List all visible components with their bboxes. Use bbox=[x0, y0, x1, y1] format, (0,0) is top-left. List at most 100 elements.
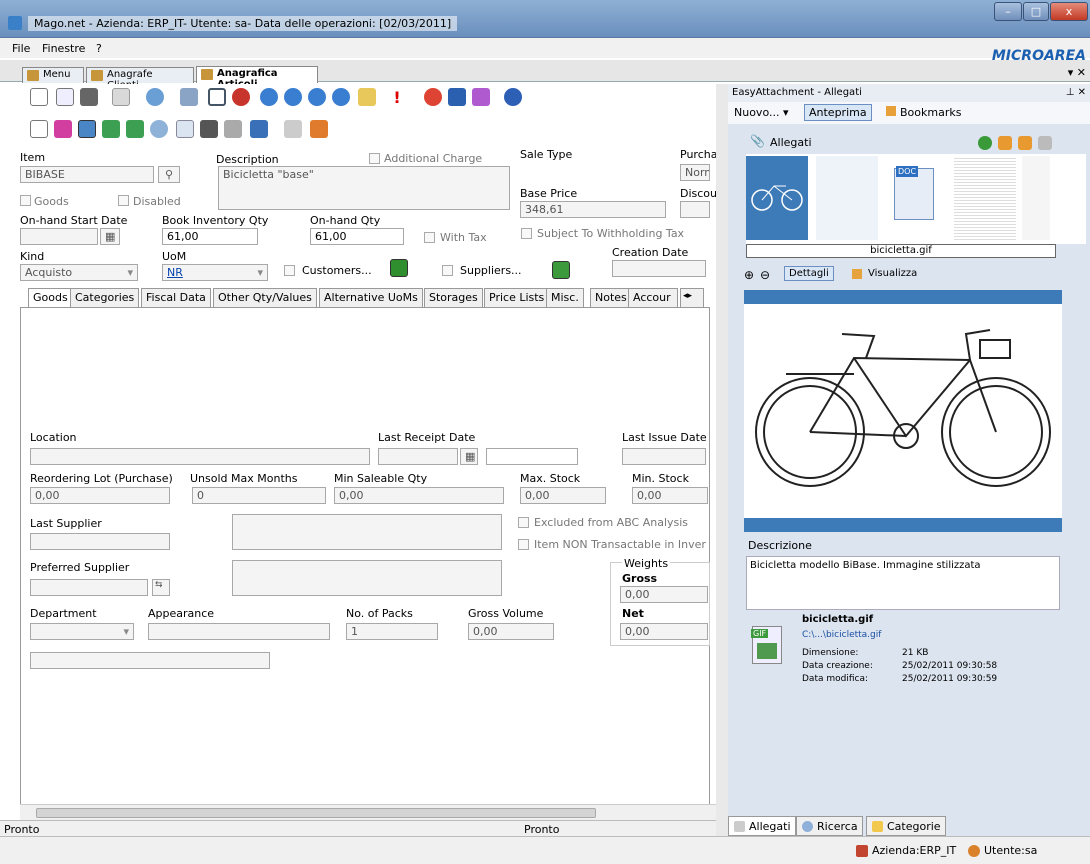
globe-icon[interactable] bbox=[146, 88, 164, 106]
department-select[interactable]: ▾ bbox=[30, 623, 134, 640]
undo-icon[interactable] bbox=[448, 88, 466, 106]
tab-close-controls[interactable]: ▾ ✕ bbox=[1068, 66, 1086, 79]
customers-button[interactable] bbox=[390, 259, 408, 277]
calendar-icon[interactable]: ▦ bbox=[100, 228, 120, 245]
book-inventory-field[interactable]: 61,00 bbox=[162, 228, 258, 245]
copy-icon[interactable] bbox=[30, 120, 48, 138]
gross-volume-field[interactable]: 0,00 bbox=[468, 623, 554, 640]
last-supplier-name-field[interactable] bbox=[232, 514, 502, 550]
prev-attachment-icon[interactable] bbox=[998, 136, 1012, 150]
description-field[interactable]: Bicicletta "base" bbox=[218, 166, 510, 210]
non-transactable-checkbox[interactable] bbox=[518, 539, 529, 550]
min-saleable-field[interactable]: 0,00 bbox=[334, 487, 504, 504]
onhand-start-field[interactable] bbox=[20, 228, 98, 245]
tab-goods[interactable]: Goods bbox=[28, 288, 73, 308]
onhand-qty-field[interactable]: 61,00 bbox=[310, 228, 404, 245]
goods-checkbox[interactable] bbox=[20, 195, 31, 206]
tab-alternative-uoms[interactable]: Alternative UoMs bbox=[319, 288, 423, 307]
tab-fiscal-data[interactable]: Fiscal Data bbox=[141, 288, 211, 307]
suppliers-checkbox[interactable] bbox=[442, 265, 453, 276]
item-field[interactable]: BIBASE bbox=[20, 166, 154, 183]
thumbnail-bicycle[interactable] bbox=[746, 156, 808, 240]
bottle-icon[interactable] bbox=[200, 120, 218, 138]
tab-scroll-arrows[interactable]: ◂▸ bbox=[680, 288, 704, 307]
last-receipt-extra-field[interactable] bbox=[486, 448, 578, 465]
tab-categorie[interactable]: Categorie bbox=[866, 816, 946, 836]
tab-price-lists[interactable]: Price Lists bbox=[484, 288, 550, 307]
tab-categories[interactable]: Categories bbox=[70, 288, 140, 307]
save-icon[interactable] bbox=[80, 88, 98, 106]
preferred-supplier-field[interactable] bbox=[30, 579, 148, 596]
chart2-icon[interactable] bbox=[126, 120, 144, 138]
uom-select[interactable]: NR ▾ bbox=[162, 264, 268, 281]
previous-icon[interactable] bbox=[284, 88, 302, 106]
print-icon[interactable] bbox=[112, 88, 130, 106]
panel-splitter[interactable] bbox=[716, 84, 728, 836]
file-path-link[interactable]: C:\...\bicicletta.gif bbox=[802, 630, 881, 640]
reorder-lot-field[interactable]: 0,00 bbox=[30, 487, 170, 504]
base-price-field[interactable]: 348,61 bbox=[520, 201, 666, 218]
menu-help[interactable]: ? bbox=[96, 42, 102, 55]
kind-select[interactable]: Acquisto ▾ bbox=[20, 264, 138, 281]
with-tax-checkbox[interactable] bbox=[424, 232, 435, 243]
extra-field[interactable] bbox=[30, 652, 270, 669]
thumbnail-doc[interactable]: DOC bbox=[886, 156, 948, 240]
tab-ricerca[interactable]: Ricerca bbox=[796, 816, 863, 836]
zoom-out-icon[interactable]: ⊖ bbox=[760, 268, 770, 282]
next-icon[interactable] bbox=[308, 88, 326, 106]
palette-icon[interactable] bbox=[54, 120, 72, 138]
edit-icon[interactable] bbox=[56, 88, 74, 106]
packs-field[interactable]: 1 bbox=[346, 623, 438, 640]
tab-storages[interactable]: Storages bbox=[424, 288, 483, 307]
thumbnail-more[interactable] bbox=[1022, 156, 1050, 240]
tag-icon[interactable] bbox=[358, 88, 376, 106]
bookmarks-button[interactable]: Bookmarks bbox=[900, 106, 961, 119]
nuovo-button[interactable]: Nuovo... ▾ bbox=[734, 106, 789, 119]
descrizione-field[interactable]: Bicicletta modello BiBase. Immagine stil… bbox=[746, 556, 1060, 610]
last-supplier-field[interactable] bbox=[30, 533, 170, 550]
tab-accounting[interactable]: Accour bbox=[628, 288, 678, 307]
close-button[interactable]: x bbox=[1050, 2, 1088, 21]
preferred-supplier-name-field[interactable] bbox=[232, 560, 502, 596]
chart-icon[interactable] bbox=[102, 120, 120, 138]
location-field[interactable] bbox=[30, 448, 370, 465]
disabled-checkbox[interactable] bbox=[118, 195, 129, 206]
report-icon[interactable] bbox=[180, 88, 198, 106]
supplier-link-icon[interactable]: ⇆ bbox=[152, 579, 170, 596]
page-icon[interactable] bbox=[176, 120, 194, 138]
help-icon[interactable] bbox=[504, 88, 522, 106]
thumbnail-text[interactable] bbox=[954, 156, 1016, 240]
item-lookup-button[interactable]: ⚲ bbox=[158, 166, 180, 183]
list-icon[interactable] bbox=[250, 120, 268, 138]
discount-field[interactable] bbox=[680, 201, 710, 218]
tab-anagrafica-articoli[interactable]: Anagrafica Articoli bbox=[196, 66, 318, 90]
comment-icon[interactable] bbox=[284, 120, 302, 138]
purchase-type-field[interactable]: Norma bbox=[680, 164, 710, 181]
scroll-thumb[interactable] bbox=[36, 808, 596, 818]
last-icon[interactable] bbox=[332, 88, 350, 106]
unsold-max-field[interactable]: 0 bbox=[192, 487, 326, 504]
thumbnail-screenshot[interactable] bbox=[816, 156, 878, 240]
add-icon[interactable] bbox=[978, 136, 992, 150]
anteprima-button[interactable]: Anteprima bbox=[804, 104, 872, 121]
tab-menu[interactable]: Menu bbox=[22, 67, 84, 83]
min-stock-field[interactable]: 0,00 bbox=[632, 487, 708, 504]
tools-icon[interactable] bbox=[310, 120, 328, 138]
withholding-checkbox[interactable] bbox=[521, 228, 532, 239]
first-icon[interactable] bbox=[260, 88, 278, 106]
menu-file[interactable]: File bbox=[12, 42, 30, 55]
new-icon[interactable] bbox=[30, 88, 48, 106]
last-receipt-field[interactable] bbox=[378, 448, 458, 465]
gross-field[interactable]: 0,00 bbox=[620, 586, 708, 603]
visualizza-button[interactable]: Visualizza bbox=[868, 268, 917, 279]
tab-other-qty[interactable]: Other Qty/Values bbox=[213, 288, 317, 307]
tab-anagrafe-clienti[interactable]: Anagrafe Clienti bbox=[86, 67, 194, 91]
menu-finestre[interactable]: Finestre bbox=[42, 42, 85, 55]
maximize-button[interactable]: □ bbox=[1023, 2, 1049, 21]
last-issue-field[interactable] bbox=[622, 448, 706, 465]
pin-close-controls[interactable]: ⊥ ✕ bbox=[1066, 87, 1086, 98]
additional-charge-checkbox[interactable] bbox=[369, 153, 380, 164]
target-icon[interactable] bbox=[232, 88, 250, 106]
cancel-icon[interactable] bbox=[424, 88, 442, 106]
tab-misc[interactable]: Misc. bbox=[546, 288, 584, 307]
